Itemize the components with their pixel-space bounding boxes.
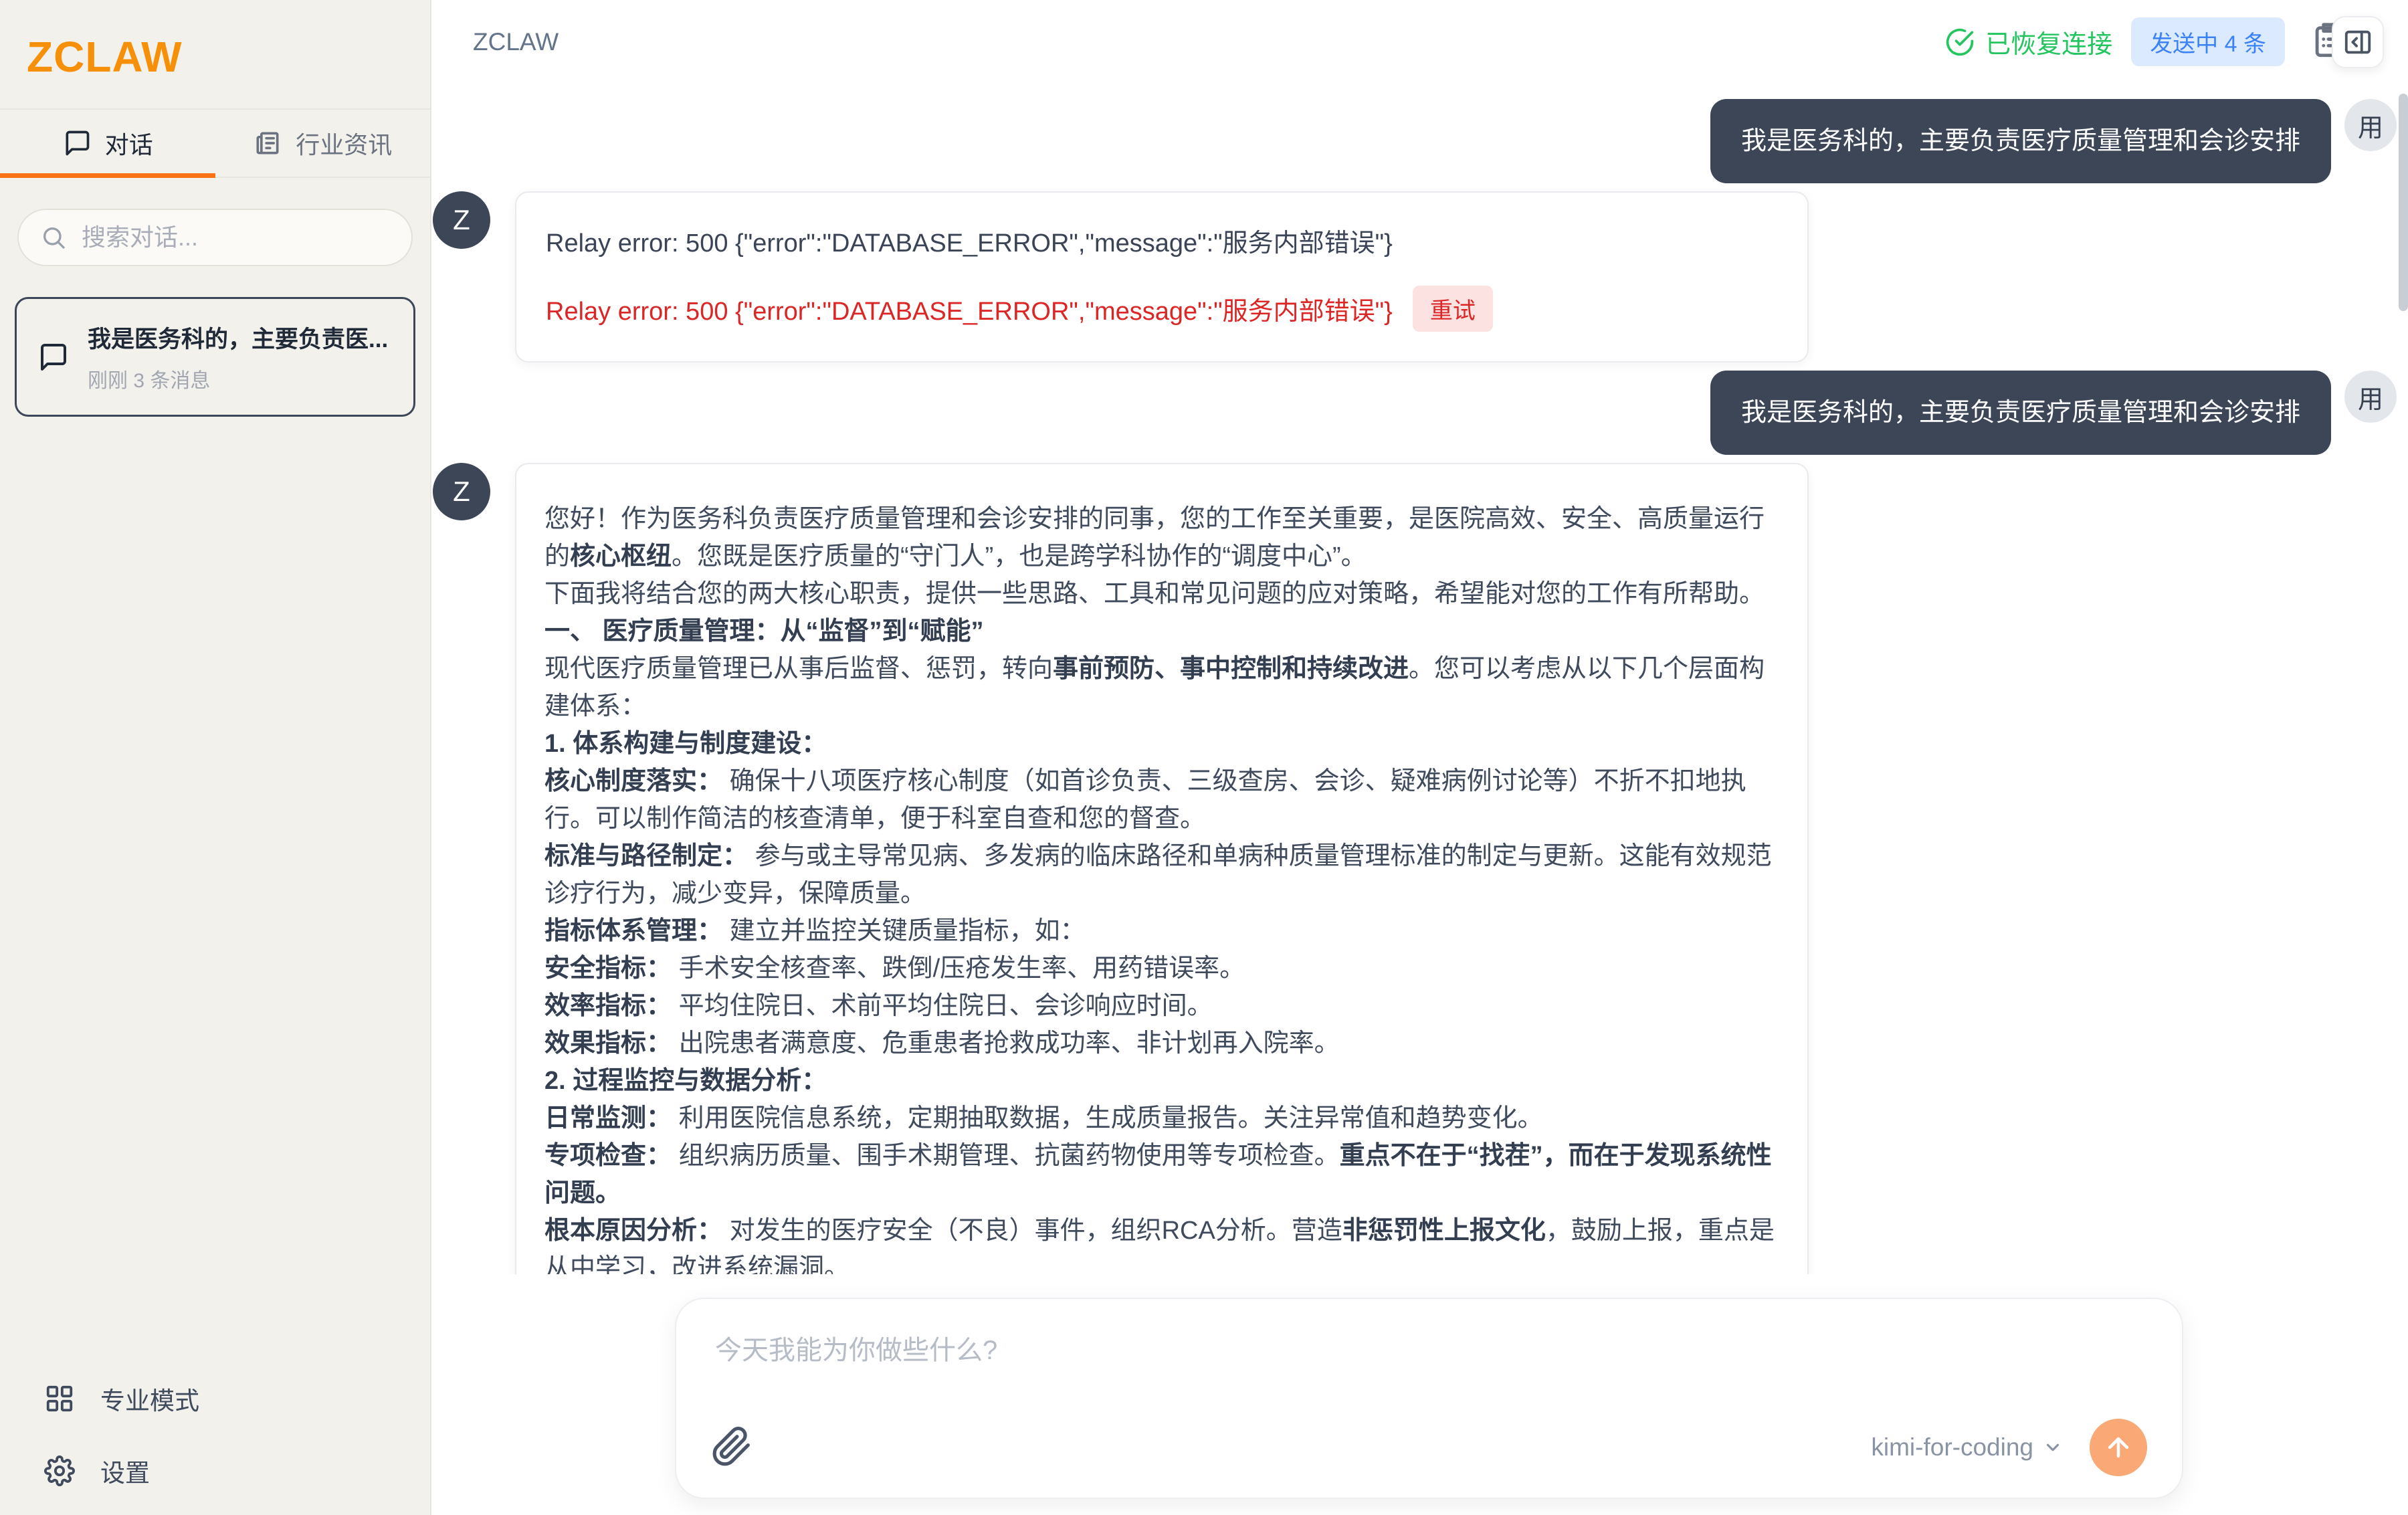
collapse-panel-icon [2342, 27, 2373, 58]
tab-conversations[interactable]: 对话 [0, 110, 215, 177]
sending-badge: 发送中 4 条 [2131, 17, 2285, 66]
assistant-paragraph: 一、 医疗质量管理：从“监督”到“赋能” [544, 613, 1779, 650]
model-selector[interactable]: kimi-for-coding [1871, 1433, 2063, 1461]
user-message-row: 我是医务科的，主要负责医疗质量管理和会诊安排 用 [433, 99, 2397, 183]
sidebar-item-settings[interactable]: 设置 [44, 1449, 430, 1492]
assistant-message-card: 您好！作为医务科负责医疗质量管理和会诊安排的同事，您的工作至关重要，是医院高效、… [515, 463, 1809, 1274]
main-header: ZCLAW 已恢复连接 发送中 4 条 [431, 0, 2408, 84]
app-logo: ZCLAW [0, 0, 430, 108]
sidebar-footer: 专业模式 设置 [0, 1377, 430, 1515]
message-input[interactable] [715, 1328, 2143, 1389]
conversation-meta: 刚刚 3 条消息 [88, 364, 388, 393]
conversation-title: 我是医务科的，主要负责医... [88, 320, 388, 355]
arrow-up-icon [2104, 1433, 2133, 1462]
sidebar-tabs: 对话 行业资讯 [0, 108, 430, 178]
assistant-paragraph: 1. 体系构建与制度建设： [544, 725, 1779, 763]
assistant-paragraph: 核心制度落实： 确保十八项医疗核心制度（如首诊负责、三级查房、会诊、疑难病例讨论… [544, 763, 1779, 837]
user-message-row: 我是医务科的，主要负责医疗质量管理和会诊安排 用 [433, 371, 2397, 455]
paperclip-icon [711, 1426, 752, 1468]
user-avatar: 用 [2344, 371, 2397, 423]
assistant-paragraph: 现代医疗质量管理已从事后监督、惩罚，转向事前预防、事中控制和持续改进。您可以考虑… [544, 650, 1779, 725]
assistant-avatar: Z [433, 191, 490, 249]
news-icon [253, 128, 282, 158]
search-icon [40, 224, 67, 251]
composer-card: kimi-for-coding [675, 1298, 2183, 1499]
assistant-paragraph: 效果指标： 出院患者满意度、危重患者抢救成功率、非计划再入院率。 [544, 1025, 1779, 1062]
assistant-paragraph: 指标体系管理： 建立并监控关键质量指标，如： [544, 912, 1779, 950]
header-actions: 已恢复连接 发送中 4 条 [1945, 16, 2384, 68]
assistant-error-card: Relay error: 500 {"error":"DATABASE_ERRO… [515, 191, 1809, 363]
app-window: ZCLAW 对话 行业资讯 我是医务科的，主要负责医... 刚刚 3 条消息 [0, 0, 2408, 1515]
assistant-error-row: Z Relay error: 500 {"error":"DATABASE_ER… [433, 191, 2397, 363]
grid-icon [44, 1383, 75, 1414]
assistant-paragraph: 效率指标： 平均住院日、术前平均住院日、会诊响应时间。 [544, 987, 1779, 1025]
retry-button[interactable]: 重试 [1413, 286, 1493, 332]
tab-label: 对话 [105, 126, 153, 161]
assistant-paragraph: 日常监测： 利用医院信息系统，定期抽取数据，生成质量报告。关注异常值和趋势变化。 [544, 1100, 1779, 1137]
tab-industry-news[interactable]: 行业资讯 [215, 110, 431, 177]
user-avatar: 用 [2344, 99, 2397, 151]
settings-label: 设置 [100, 1453, 150, 1489]
assistant-paragraph: 2. 过程监控与数据分析： [544, 1062, 1779, 1100]
pro-mode-label: 专业模式 [100, 1381, 199, 1417]
composer-area: kimi-for-coding [431, 1274, 2408, 1515]
assistant-paragraph: 标准与路径制定： 参与或主导常见病、多发病的临床路径和单病种质量管理标准的制定与… [544, 837, 1779, 912]
model-label: kimi-for-coding [1871, 1433, 2033, 1461]
gear-icon [44, 1455, 75, 1486]
chat-bubble-icon [37, 341, 69, 373]
assistant-paragraph: 专项检查： 组织病历质量、围手术期管理、抗菌药物使用等专项检查。重点不在于“找茬… [544, 1137, 1779, 1212]
tab-label: 行业资讯 [296, 126, 392, 161]
chevron-down-icon [2043, 1437, 2063, 1457]
assistant-paragraph: 安全指标： 手术安全核查率、跌倒/压疮发生率、用药错误率。 [544, 950, 1779, 987]
assistant-message-row: Z 您好！作为医务科负责医疗质量管理和会诊安排的同事，您的工作至关重要，是医院高… [433, 463, 2397, 1274]
scrollbar-thumb[interactable] [2399, 94, 2408, 311]
search-box [17, 209, 413, 266]
sidebar-item-pro-mode[interactable]: 专业模式 [44, 1377, 430, 1420]
conversation-list-item[interactable]: 我是医务科的，主要负责医... 刚刚 3 条消息 [15, 297, 415, 417]
user-message-bubble: 我是医务科的，主要负责医疗质量管理和会诊安排 [1710, 99, 2331, 183]
attach-file-button[interactable] [711, 1426, 752, 1470]
page-title: ZCLAW [473, 28, 559, 56]
chat-bubble-icon [62, 128, 92, 158]
error-text: Relay error: 500 {"error":"DATABASE_ERRO… [546, 222, 1778, 259]
user-message-bubble: 我是医务科的，主要负责医疗质量管理和会诊安排 [1710, 371, 2331, 455]
main-panel: ZCLAW 已恢复连接 发送中 4 条 我是医务科的，主要负责医疗质量管理和会诊… [431, 0, 2408, 1515]
connection-status-label: 已恢复连接 [1985, 23, 2112, 60]
assistant-paragraph: 根本原因分析： 对发生的医疗安全（不良）事件，组织RCA分析。营造非惩罚性上报文… [544, 1212, 1779, 1274]
assistant-avatar: Z [433, 463, 490, 520]
assistant-paragraph: 下面我将结合您的两大核心职责，提供一些思路、工具和常见问题的应对策略，希望能对您… [544, 575, 1779, 613]
search-input[interactable] [82, 223, 390, 251]
error-text-red: Relay error: 500 {"error":"DATABASE_ERRO… [546, 286, 1778, 332]
collapse-panel-button[interactable] [2332, 16, 2384, 68]
sidebar: ZCLAW 对话 行业资讯 我是医务科的，主要负责医... 刚刚 3 条消息 [0, 0, 431, 1515]
composer-toolbar: kimi-for-coding [711, 1419, 2147, 1476]
send-button[interactable] [2090, 1419, 2147, 1476]
chat-message-list[interactable]: 我是医务科的，主要负责医疗质量管理和会诊安排 用 Z Relay error: … [431, 84, 2408, 1274]
conversation-text: 我是医务科的，主要负责医... 刚刚 3 条消息 [88, 320, 388, 393]
assistant-paragraph: 您好！作为医务科负责医疗质量管理和会诊安排的同事，您的工作至关重要，是医院高效、… [544, 500, 1779, 575]
check-circle-icon [1945, 27, 1975, 57]
connection-status: 已恢复连接 [1945, 23, 2112, 60]
